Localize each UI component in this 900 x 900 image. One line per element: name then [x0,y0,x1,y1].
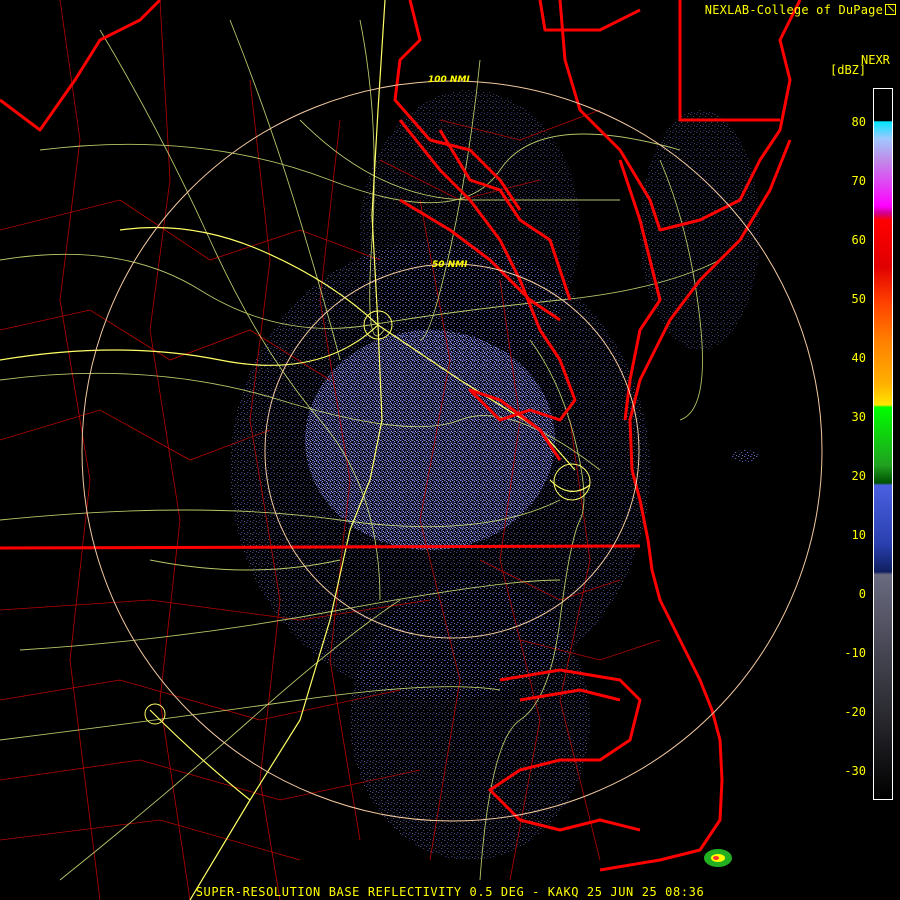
colorbar-tick: -10 [844,646,866,660]
echo-storm-peak [713,856,719,860]
echo-north [360,90,580,370]
colorbar-tick: 20 [851,469,866,483]
range-ring-50-label: 50 NMI [432,260,468,270]
echo-delmarva [640,110,760,350]
product-title: SUPER-RESOLUTION BASE REFLECTIVITY 0.5 D… [195,885,705,899]
colorbar-tick: 60 [851,233,866,247]
colorbar-tick: 80 [851,115,866,129]
md-pa-border [538,0,641,32]
radar-map: 50 NMI 100 NMI [0,0,823,900]
colorbar-tick: 10 [851,528,866,542]
wv-border [0,0,162,132]
range-ring-100-label: 100 NMI [428,75,470,85]
external-link-icon [885,4,896,15]
colorbar-tick: 40 [851,351,866,365]
de-border [678,0,780,122]
colorbar-gradient [874,89,892,799]
reflectivity-echoes [230,90,760,867]
colorbar-tick: 50 [851,292,866,306]
colorbar-tick: 0 [858,587,866,601]
credit-text: NEXLAB-College of DuPage [704,3,883,17]
colorbar [873,88,893,800]
va-nc-border [0,544,641,550]
unit-label: [dBZ] [830,63,867,77]
colorbar-tick: -20 [844,705,866,719]
colorbar-tick: -30 [844,764,866,778]
echo-offshore [731,450,759,462]
credit-label: NEXLAB-College of DuPage [705,3,896,17]
colorbar-tick: 70 [851,174,866,188]
colorbar-tick: 30 [851,410,866,424]
echo-south [350,580,590,860]
